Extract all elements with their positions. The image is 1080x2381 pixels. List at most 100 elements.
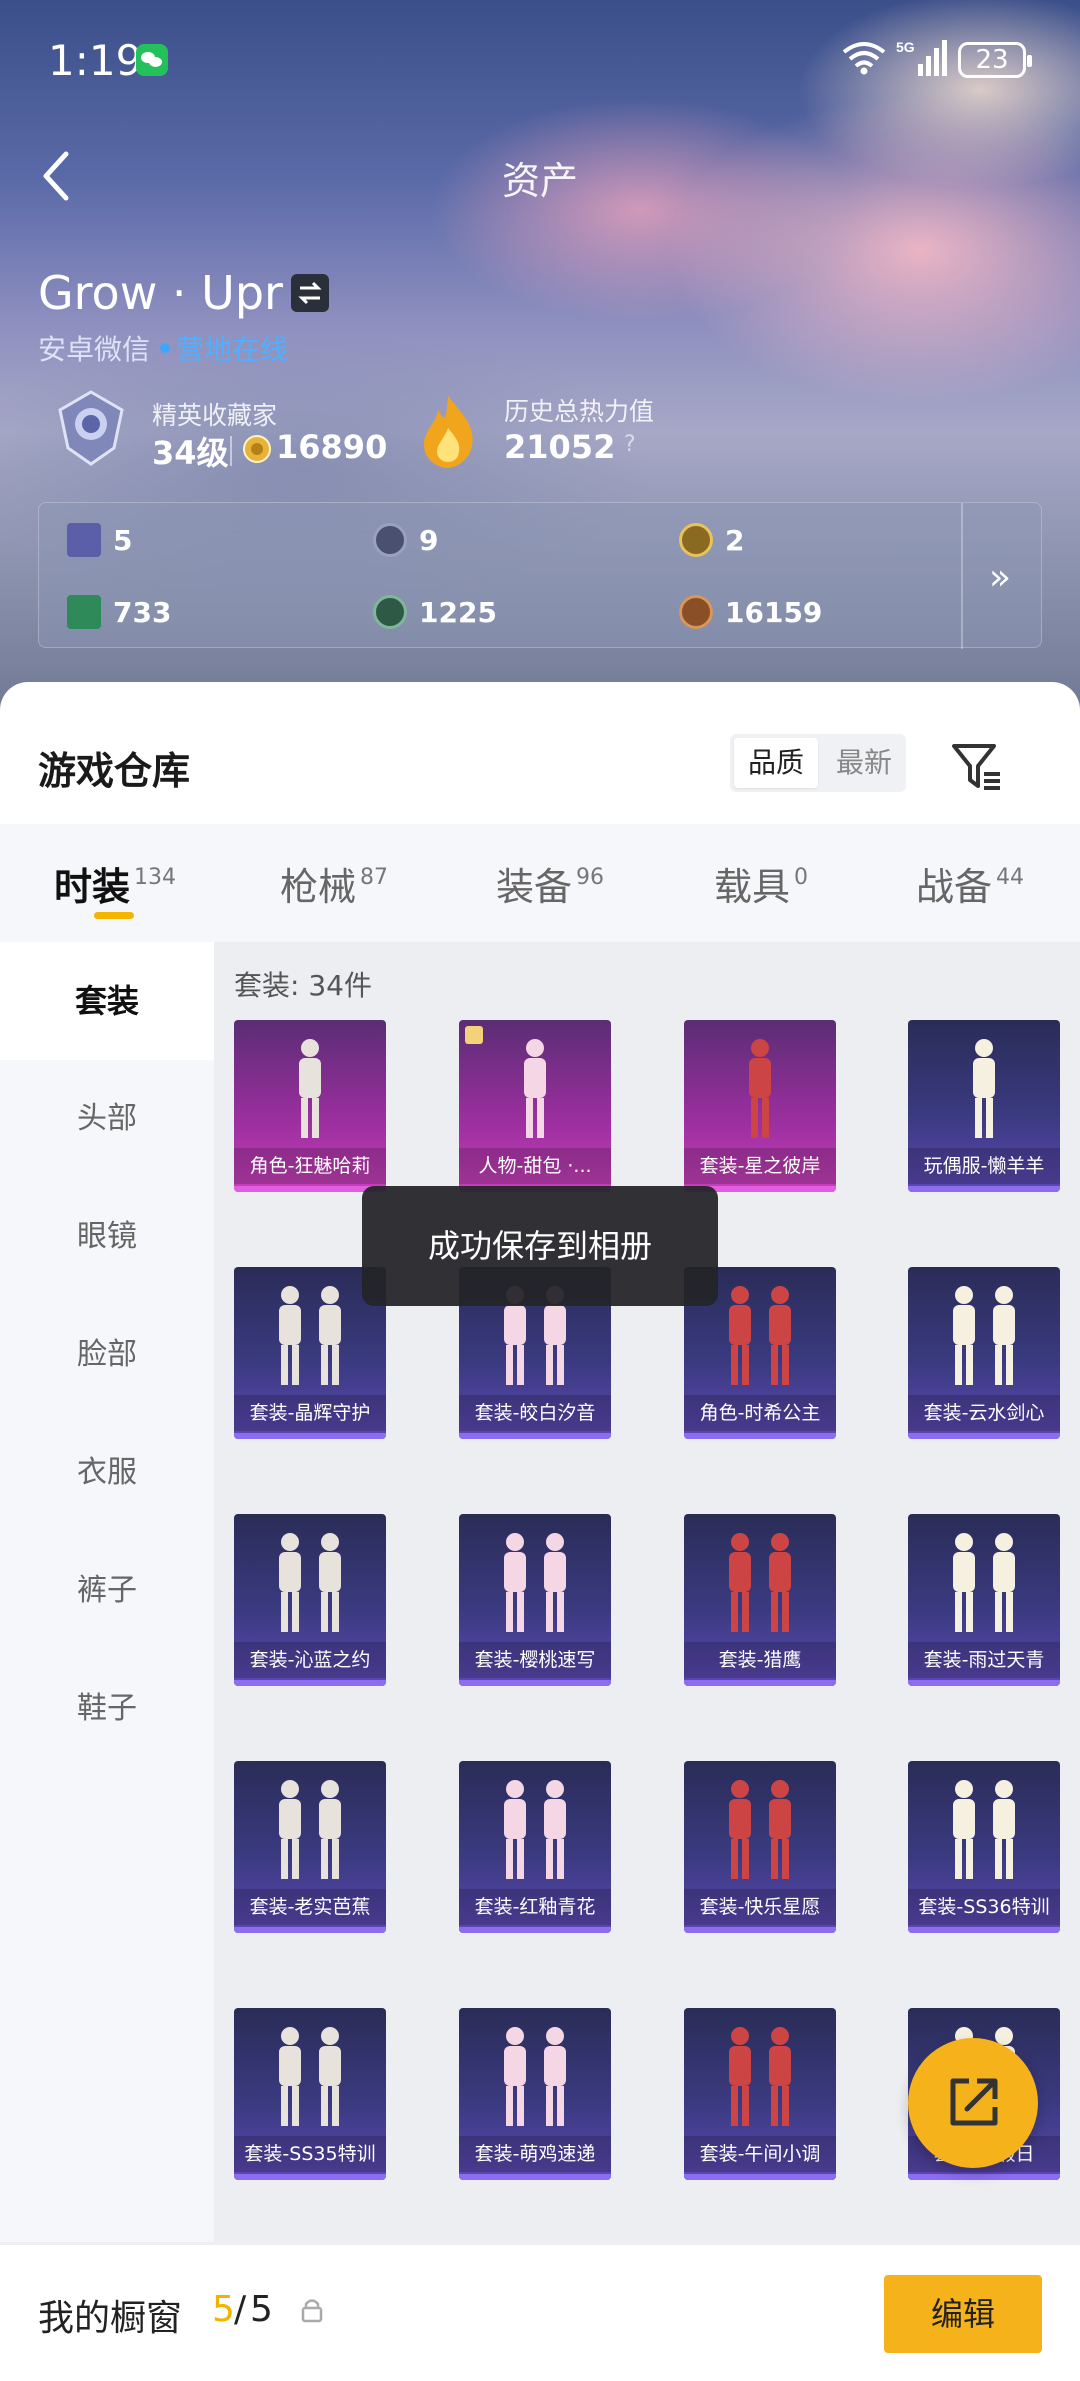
grid-item[interactable]: 套装-萌鸡速递	[459, 2008, 611, 2180]
grid-item[interactable]: 套装-红釉青花	[459, 1761, 611, 1933]
currency-value: 5	[113, 523, 133, 557]
grid-item-label: 套装-老实芭蕉	[234, 1889, 386, 1925]
grid-item-label: 玩偶服-懒羊羊	[908, 1148, 1060, 1184]
switch-account-icon[interactable]	[290, 274, 329, 312]
grid-item[interactable]: 套装-樱桃速写	[459, 1514, 611, 1686]
sidebar-item-face[interactable]: 脸部	[0, 1296, 214, 1414]
tab-vehicles[interactable]: 载具 0	[714, 856, 808, 911]
sidebar-item-outfit[interactable]: 套装	[0, 942, 214, 1060]
outfit-figure-icon	[504, 1780, 566, 1879]
sidebar-item-head[interactable]: 头部	[0, 1060, 214, 1178]
tab-count: 0	[794, 865, 809, 890]
grid-item[interactable]: 套装-快乐星愿	[684, 1761, 836, 1933]
grid-item[interactable]: 玩偶服-懒羊羊	[908, 1020, 1060, 1192]
grid-item-label: 套装-猎鹰	[684, 1642, 836, 1678]
grid-item-label: 套装-红釉青花	[459, 1889, 611, 1925]
grid-item-label: 套装-萌鸡速递	[459, 2136, 611, 2172]
share-button[interactable]	[908, 2038, 1038, 2168]
rarity-bar	[908, 2174, 1060, 2180]
outfit-figure-icon	[279, 1780, 341, 1879]
showcase-separator: /	[234, 2289, 247, 2330]
outfit-figure-icon	[279, 2027, 341, 2126]
green-ticket-icon	[67, 595, 101, 629]
battery-indicator: 23	[958, 42, 1032, 78]
sidebar-item-clothes[interactable]: 衣服	[0, 1414, 214, 1532]
user-name: Grow · Upr	[38, 266, 283, 320]
hero-banner: 1:19 5G 23 资产 Grow · Upr 安卓微信 营地在线 精英收藏家…	[0, 0, 1080, 720]
toast-message: 成功保存到相册	[362, 1186, 718, 1306]
sidebar-item-pants[interactable]: 裤子	[0, 1532, 214, 1650]
grid-item-label: 人物-甜包 ·...	[459, 1148, 611, 1184]
rarity-bar	[234, 1680, 386, 1686]
lock-icon	[301, 2299, 323, 2323]
outfit-figure-icon	[973, 1039, 995, 1138]
currency-item: 1225	[373, 595, 497, 629]
grid-item-label: 套装-星之彼岸	[684, 1148, 836, 1184]
collector-coin-icon	[243, 435, 271, 463]
network-label: 5G	[896, 39, 915, 55]
user-platform: 安卓微信	[38, 333, 151, 366]
grid-item-label: 套装-午间小调	[684, 2136, 836, 2172]
chevron-double-right-icon[interactable]: »	[989, 557, 1011, 598]
grid-item[interactable]: 套装-SS36特训	[908, 1761, 1060, 1933]
wifi-icon	[842, 42, 886, 75]
user-platform-row: 安卓微信 营地在线	[38, 328, 288, 368]
tab-count: 87	[360, 865, 389, 890]
tab-battle-gear[interactable]: 战备 44	[916, 856, 1024, 911]
outfit-figure-icon	[504, 2027, 566, 2126]
currency-panel[interactable]: 5 9 2 733 1225 16159 »	[38, 502, 1042, 649]
tab-count: 96	[576, 865, 605, 890]
grid-item[interactable]: 角色-狂魅哈莉	[234, 1020, 386, 1192]
currency-item: 16159	[679, 595, 822, 629]
outfit-figure-icon	[749, 1039, 771, 1138]
grid-item[interactable]: 套装-云水剑心	[908, 1267, 1060, 1439]
edit-button[interactable]: 编辑	[884, 2275, 1042, 2353]
grid-item[interactable]: 套装-雨过天青	[908, 1514, 1060, 1686]
tab-guns[interactable]: 枪械 87	[280, 856, 388, 911]
grid-item[interactable]: 套装-猎鹰	[684, 1514, 836, 1686]
sort-latest-button[interactable]: 最新	[822, 734, 906, 792]
grid-item-label: 角色-时希公主	[684, 1395, 836, 1431]
sort-quality-button[interactable]: 品质	[734, 738, 818, 788]
tab-count: 44	[996, 865, 1025, 890]
help-icon[interactable]: ?	[624, 432, 636, 457]
grid-item[interactable]: 人物-甜包 ·...	[459, 1020, 611, 1192]
grid-item-label: 套装-雨过天青	[908, 1642, 1060, 1678]
rarity-bar	[459, 1433, 611, 1439]
showcase-total: 5	[250, 2289, 273, 2330]
currency-value: 1225	[419, 595, 497, 629]
sidebar-item-glasses[interactable]: 眼镜	[0, 1178, 214, 1296]
status-time: 1:19	[48, 36, 143, 85]
tab-label: 枪械	[280, 865, 357, 909]
online-status: 营地在线	[176, 333, 289, 366]
grid-item[interactable]: 套装-星之彼岸	[684, 1020, 836, 1192]
outfit-figure-icon	[524, 1039, 546, 1138]
online-dot-icon	[160, 343, 171, 353]
card-icon	[67, 523, 101, 557]
grid-item[interactable]: 套装-SS35特训	[234, 2008, 386, 2180]
sidebar-item-shoes[interactable]: 鞋子	[0, 1650, 214, 1768]
gold-coin-icon	[679, 523, 713, 557]
grid-item[interactable]: 套装-沁蓝之约	[234, 1514, 386, 1686]
warehouse-title: 游戏仓库	[38, 749, 191, 793]
tab-label: 装备	[496, 865, 573, 909]
bottom-bar: 我的橱窗 5 / 5 编辑	[0, 2244, 1080, 2381]
grid-item[interactable]: 套装-老实芭蕉	[234, 1761, 386, 1933]
filter-icon[interactable]	[950, 742, 1002, 792]
tab-label: 战备	[916, 865, 993, 909]
tab-fashion[interactable]: 时装 134	[54, 856, 176, 911]
collector-medal-icon	[58, 390, 124, 466]
grid-item[interactable]: 套装-午间小调	[684, 2008, 836, 2180]
flame-icon	[424, 396, 473, 468]
currency-item: 5	[67, 523, 132, 557]
outfit-figure-icon	[729, 1533, 791, 1632]
panel-divider	[961, 503, 963, 649]
silver-coin-icon	[373, 523, 407, 557]
tab-count: 134	[134, 865, 177, 890]
grid-item-label: 套装-SS36特训	[908, 1889, 1060, 1925]
tab-label: 时装	[54, 865, 131, 909]
showcase-count: 5	[212, 2289, 235, 2330]
grid-item-label: 套装-云水剑心	[908, 1395, 1060, 1431]
tab-equipment[interactable]: 装备 96	[496, 856, 604, 911]
collector-label: 精英收藏家	[152, 401, 278, 430]
